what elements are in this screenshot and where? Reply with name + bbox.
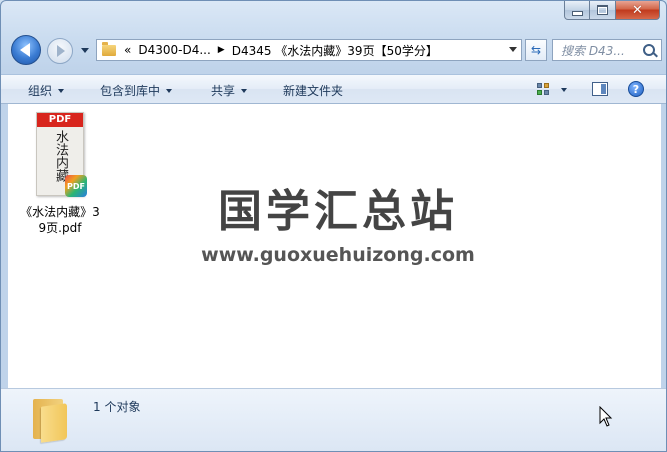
help-icon: ? xyxy=(632,82,640,96)
view-dropdown-icon[interactable] xyxy=(561,88,567,92)
watermark: 国学汇总站 www.guoxuehuizong.com xyxy=(188,186,488,266)
organize-menu[interactable]: 组织 xyxy=(28,82,65,99)
item-count: 1 个对象 xyxy=(93,400,141,414)
search-box[interactable] xyxy=(552,39,662,61)
include-in-library-label: 包含到库中 xyxy=(100,84,161,98)
back-button[interactable] xyxy=(11,35,41,65)
maximize-icon xyxy=(597,5,608,15)
pdf-band: PDF xyxy=(37,113,83,127)
navigation-bar: « D4300-D4... ▶ D4345 《水法内藏》39页【50学分】 ⇆ xyxy=(1,32,666,70)
details-pane: 1 个对象 xyxy=(1,388,666,451)
refresh-button[interactable]: ⇆ xyxy=(525,39,547,61)
preview-pane-icon[interactable] xyxy=(592,82,608,96)
recent-pages-dropdown[interactable] xyxy=(81,48,89,53)
watermark-title: 国学汇总站 xyxy=(218,186,458,237)
new-folder-button[interactable]: 新建文件夹 xyxy=(283,82,343,99)
close-icon: ✕ xyxy=(632,2,643,18)
explorer-window: ✕ « D4300-D4... ▶ D4345 《水法内藏》39页【50学分】 … xyxy=(0,0,667,452)
organize-label: 组织 xyxy=(28,84,53,98)
file-item[interactable]: PDF 水法内藏 PDF 《水法内藏》39页.pdf xyxy=(20,112,100,236)
address-bar[interactable]: « D4300-D4... ▶ D4345 《水法内藏》39页【50学分】 xyxy=(96,39,522,61)
address-overflow[interactable]: « xyxy=(124,43,131,57)
breadcrumb-separator-icon[interactable]: ▶ xyxy=(218,45,225,55)
chevron-down-icon xyxy=(58,88,65,93)
share-label: 共享 xyxy=(211,84,236,98)
pdf-thumbnail: PDF 水法内藏 PDF xyxy=(36,112,87,197)
watermark-url: www.guoxuehuizong.com xyxy=(201,244,475,266)
mouse-cursor-icon xyxy=(599,406,613,427)
share-menu[interactable]: 共享 xyxy=(211,82,248,99)
view-options-icon[interactable] xyxy=(537,83,551,96)
search-icon[interactable] xyxy=(643,44,655,56)
breadcrumb-segment[interactable]: D4300-D4... xyxy=(138,43,210,57)
folder-icon xyxy=(33,395,67,443)
search-input[interactable] xyxy=(559,41,645,61)
chevron-down-icon xyxy=(166,88,173,93)
caption-buttons: ✕ xyxy=(564,1,660,20)
maximize-button[interactable] xyxy=(590,1,616,20)
file-name[interactable]: 《水法内藏》39页.pdf xyxy=(20,204,100,236)
folder-icon xyxy=(102,41,116,56)
pdf-app-icon: PDF xyxy=(65,175,87,197)
file-list-pane[interactable]: PDF 水法内藏 PDF 《水法内藏》39页.pdf 国学汇总站 www.guo… xyxy=(8,104,661,388)
help-button[interactable]: ? xyxy=(628,81,644,97)
chevron-down-icon xyxy=(241,88,248,93)
thumbnail-title: 水法内藏 xyxy=(53,130,68,182)
minimize-icon xyxy=(571,10,583,16)
new-folder-label: 新建文件夹 xyxy=(283,84,344,98)
close-button[interactable]: ✕ xyxy=(616,1,660,20)
command-bar: 组织 包含到库中 共享 新建文件夹 ? xyxy=(1,74,666,104)
forward-button[interactable] xyxy=(47,38,73,64)
breadcrumb-current[interactable]: D4345 《水法内藏》39页【50学分】 xyxy=(232,42,438,59)
address-dropdown-icon[interactable] xyxy=(509,47,517,52)
minimize-button[interactable] xyxy=(564,1,590,20)
include-in-library-menu[interactable]: 包含到库中 xyxy=(100,82,173,99)
refresh-icon: ⇆ xyxy=(530,43,542,57)
